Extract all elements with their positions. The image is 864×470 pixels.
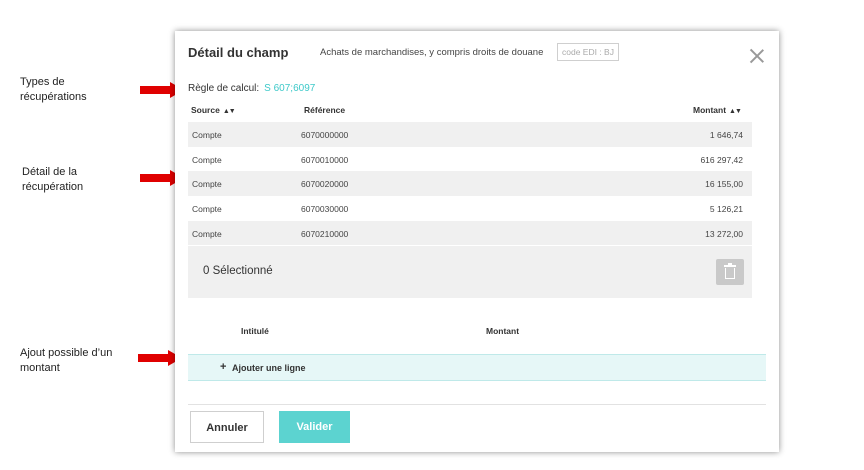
column-source-label: Source [191,105,220,115]
selected-count: 0 Sélectionné [203,265,273,277]
add-line-button[interactable]: + Ajouter une ligne [188,354,766,381]
column-amount-label: Montant [693,105,727,115]
table-row[interactable]: Compte 6070030000 5 126,21 [188,196,752,221]
cell-reference: 6070030000 [301,204,349,215]
divider [188,404,766,405]
table-row[interactable]: Compte 6070020000 16 155,00 [188,171,752,197]
cell-reference: 6070010000 [301,154,349,165]
cell-amount: 616 297,42 [700,154,743,165]
table-header: Source ▲▼ Référence Montant ▲▼ [188,101,752,119]
cell-source: Compte [192,154,222,165]
column-source[interactable]: Source ▲▼ [191,105,236,115]
table-body: Compte 6070000000 1 646,74 Compte 607001… [188,122,752,246]
cell-source: Compte [192,228,222,239]
annotation-line: récupération [22,181,84,193]
detail-modal: Détail du champ Achats de marchandises, … [175,31,779,452]
code-badge: code EDI : BJ [557,43,619,61]
annotation-line: récupérations [20,91,87,103]
add-line-label: Ajouter une ligne [232,363,306,373]
trash-icon[interactable] [716,259,744,285]
annotation-detail: Détail de la récupération [22,165,83,195]
annotation-line: Ajout possible d’un [20,347,113,359]
cell-source: Compte [192,204,222,215]
cell-amount: 16 155,00 [705,179,743,190]
selection-panel: 0 Sélectionné [188,246,752,298]
cell-source: Compte [192,130,222,140]
column-intitule: Intitulé [241,326,269,336]
column-reference: Référence [304,105,346,115]
validate-button[interactable]: Valider [279,411,350,443]
annotation-ajout: Ajout possible d’un montant [20,346,112,376]
rule-value[interactable]: S 607;6097 [264,83,315,94]
cell-reference: 6070000000 [301,130,349,140]
cell-reference: 6070020000 [301,179,349,190]
rule-label: Règle de calcul: [188,83,260,94]
calculation-rule: Règle de calcul: S 607;6097 [188,83,315,94]
table-row[interactable]: Compte 6070010000 616 297,42 [188,147,752,172]
table-row[interactable]: Compte 6070210000 13 272,00 [188,220,752,246]
modal-title: Détail du champ [188,45,289,60]
cell-amount: 13 272,00 [705,228,743,239]
sort-icon[interactable]: ▲▼ [223,108,236,115]
column-amount[interactable]: Montant ▲▼ [693,105,742,115]
cancel-button[interactable]: Annuler [190,411,264,443]
cell-reference: 6070210000 [301,228,349,239]
sort-icon[interactable]: ▲▼ [729,108,742,115]
annotation-line: Détail de la [22,166,78,178]
annotation-line: montant [20,362,60,374]
annotation-line: Types de [20,76,65,88]
cell-source: Compte [192,179,222,190]
close-icon[interactable] [748,47,766,65]
column-montant: Montant [486,326,520,336]
cell-amount: 1 646,74 [709,130,743,140]
table-row[interactable]: Compte 6070000000 1 646,74 [188,122,752,147]
modal-subtitle: Achats de marchandises, y compris droits… [320,47,544,58]
annotation-types: Types de récupérations [20,75,87,105]
plus-icon: + [220,361,227,373]
cell-amount: 5 126,21 [709,204,743,215]
